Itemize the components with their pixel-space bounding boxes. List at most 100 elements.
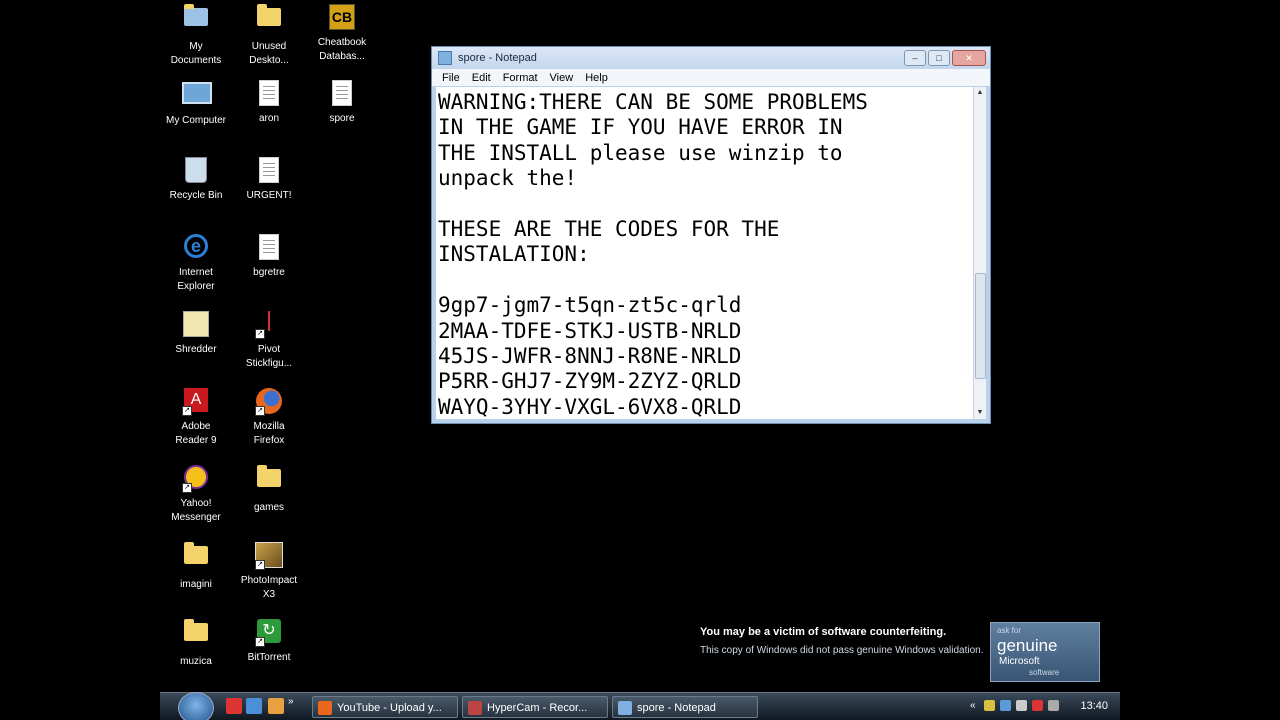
folder-icon bbox=[182, 619, 210, 651]
notepad-icon bbox=[438, 51, 452, 65]
genuine-microsoft-badge[interactable]: ask for genuine Microsoft software bbox=[990, 622, 1100, 682]
stickfigure-icon: ↗ bbox=[255, 311, 283, 339]
desktop-icon-my-documents[interactable]: My Documents bbox=[160, 2, 232, 68]
firefox-icon bbox=[318, 701, 332, 715]
editor-content[interactable]: WARNING:THERE CAN BE SOME PROBLEMS IN TH… bbox=[436, 87, 974, 419]
task-label: YouTube - Upload y... bbox=[337, 702, 442, 714]
menu-format[interactable]: Format bbox=[503, 72, 538, 84]
desktop-icon-my-computer[interactable]: My Computer bbox=[160, 78, 232, 128]
shortcut-arrow-icon: ↗ bbox=[255, 329, 265, 339]
desktop-icon-shredder[interactable]: Shredder bbox=[160, 309, 232, 357]
notepad-icon bbox=[618, 701, 632, 715]
system-tray: « 13:40 bbox=[970, 693, 1120, 720]
desktop-icon-recycle-bin[interactable]: Recycle Bin bbox=[160, 155, 232, 203]
icon-label: Mozilla Firefox bbox=[253, 421, 285, 446]
icon-label: Cheatbook Databas... bbox=[317, 37, 367, 62]
desktop-icon-unused-desktop[interactable]: Unused Deskto... bbox=[233, 2, 305, 68]
desktop-icon-bittorrent[interactable]: ↻ ↗ BitTorrent bbox=[233, 617, 305, 665]
menu-view[interactable]: View bbox=[550, 72, 574, 84]
icon-label: PhotoImpact X3 bbox=[240, 575, 298, 600]
icon-label: BitTorrent bbox=[247, 652, 291, 663]
close-button[interactable]: ✕ bbox=[952, 50, 986, 66]
folder-icon bbox=[255, 4, 283, 36]
shortcut-arrow-icon: ↗ bbox=[255, 637, 265, 647]
quicklaunch-more[interactable]: » bbox=[288, 696, 294, 707]
icon-label: games bbox=[253, 502, 284, 513]
task-notepad[interactable]: spore - Notepad bbox=[612, 696, 758, 718]
text-file-icon bbox=[255, 234, 283, 262]
text-editor[interactable]: WARNING:THERE CAN BE SOME PROBLEMS IN TH… bbox=[436, 87, 974, 419]
folder-icon bbox=[182, 542, 210, 574]
shortcut-arrow-icon: ↗ bbox=[255, 406, 265, 416]
icon-label: URGENT! bbox=[246, 190, 292, 201]
network-icon[interactable] bbox=[1016, 700, 1027, 711]
tray-expand[interactable]: « bbox=[970, 700, 976, 711]
menu-help[interactable]: Help bbox=[585, 72, 608, 84]
icon-label: My Documents bbox=[170, 41, 222, 66]
task-youtube[interactable]: YouTube - Upload y... bbox=[312, 696, 458, 718]
icon-label: My Computer bbox=[165, 115, 226, 126]
desktop-icon-internet-explorer[interactable]: e Internet Explorer bbox=[160, 232, 232, 294]
task-hypercam[interactable]: HyperCam - Recor... bbox=[462, 696, 608, 718]
desktop-icon-adobe-reader[interactable]: A ↗ Adobe Reader 9 bbox=[160, 386, 232, 448]
icon-label: spore bbox=[329, 113, 355, 124]
internet-explorer-icon: e bbox=[182, 234, 210, 262]
icon-label: Internet Explorer bbox=[177, 267, 215, 292]
recycle-bin-icon bbox=[182, 157, 210, 185]
desktop-icon-muzica[interactable]: muzica bbox=[160, 617, 232, 669]
menu-edit[interactable]: Edit bbox=[472, 72, 491, 84]
icon-label: Recycle Bin bbox=[169, 190, 223, 201]
window-title: spore - Notepad bbox=[458, 52, 537, 64]
maximize-button[interactable]: □ bbox=[928, 50, 950, 66]
scroll-down-icon[interactable]: ▼ bbox=[974, 407, 986, 419]
badge-ask: ask for bbox=[997, 626, 1022, 635]
documents-icon bbox=[182, 4, 210, 36]
vertical-scrollbar[interactable]: ▲ ▼ bbox=[973, 87, 986, 419]
shortcut-arrow-icon: ↗ bbox=[182, 406, 192, 416]
desktop-icon-firefox[interactable]: ↗ Mozilla Firefox bbox=[233, 386, 305, 448]
icon-label: Shredder bbox=[175, 344, 217, 355]
desktop-icon-cheatbook[interactable]: CB Cheatbook Databas... bbox=[306, 2, 378, 64]
folder-icon bbox=[255, 465, 283, 497]
clock[interactable]: 13:40 bbox=[1080, 700, 1108, 712]
text-file-icon bbox=[255, 80, 283, 108]
badge-genuine: genuine bbox=[997, 636, 1058, 655]
tray-icon[interactable] bbox=[984, 700, 995, 711]
desktop-icon-photoimpact[interactable]: ↗ PhotoImpact X3 bbox=[233, 540, 305, 602]
desktop-icon-imagini[interactable]: imagini bbox=[160, 540, 232, 592]
start-button[interactable] bbox=[178, 692, 214, 720]
desktop-icon-bgretre[interactable]: bgretre bbox=[233, 232, 305, 280]
desktop-icon-urgent[interactable]: URGENT! bbox=[233, 155, 305, 203]
desktop-icon-yahoo-messenger[interactable]: ↗ Yahoo! Messenger bbox=[160, 463, 232, 525]
icon-label: Pivot Stickfigu... bbox=[245, 344, 293, 369]
adobe-reader-icon: A ↗ bbox=[182, 388, 210, 416]
photoimpact-icon: ↗ bbox=[255, 542, 283, 570]
computer-icon bbox=[182, 82, 212, 110]
hypercam-icon bbox=[468, 701, 482, 715]
minimize-button[interactable]: – bbox=[904, 50, 926, 66]
notepad-window[interactable]: spore - Notepad – □ ✕ File Edit Format V… bbox=[431, 46, 991, 424]
desktop-icon-aron[interactable]: aron bbox=[233, 78, 305, 126]
tray-icon[interactable] bbox=[1032, 700, 1043, 711]
genuine-notice: You may be a victim of software counterf… bbox=[700, 620, 1100, 684]
icon-label: Unused Deskto... bbox=[249, 41, 289, 66]
quicklaunch-icon[interactable] bbox=[226, 698, 242, 714]
notepad-titlebar[interactable]: spore - Notepad – □ ✕ bbox=[432, 47, 990, 69]
task-label: spore - Notepad bbox=[637, 702, 716, 714]
scroll-up-icon[interactable]: ▲ bbox=[974, 87, 986, 99]
icon-label: aron bbox=[258, 113, 279, 124]
icon-label: bgretre bbox=[253, 267, 285, 278]
task-label: HyperCam - Recor... bbox=[487, 702, 588, 714]
quicklaunch-icon[interactable] bbox=[268, 698, 284, 714]
desktop-icon-spore[interactable]: spore bbox=[306, 78, 378, 126]
tray-icon[interactable] bbox=[1000, 700, 1011, 711]
badge-microsoft: Microsoft bbox=[999, 656, 1040, 667]
desktop-icon-games[interactable]: games bbox=[233, 463, 305, 515]
scroll-thumb[interactable] bbox=[975, 273, 986, 379]
show-desktop-icon[interactable] bbox=[246, 698, 262, 714]
icon-label: muzica bbox=[180, 656, 212, 667]
volume-icon[interactable] bbox=[1048, 700, 1059, 711]
desktop-icon-pivot[interactable]: ↗ Pivot Stickfigu... bbox=[233, 309, 305, 371]
desktop: My Documents My Computer Recycle Bin e I… bbox=[160, 0, 1120, 720]
menu-file[interactable]: File bbox=[442, 72, 460, 84]
